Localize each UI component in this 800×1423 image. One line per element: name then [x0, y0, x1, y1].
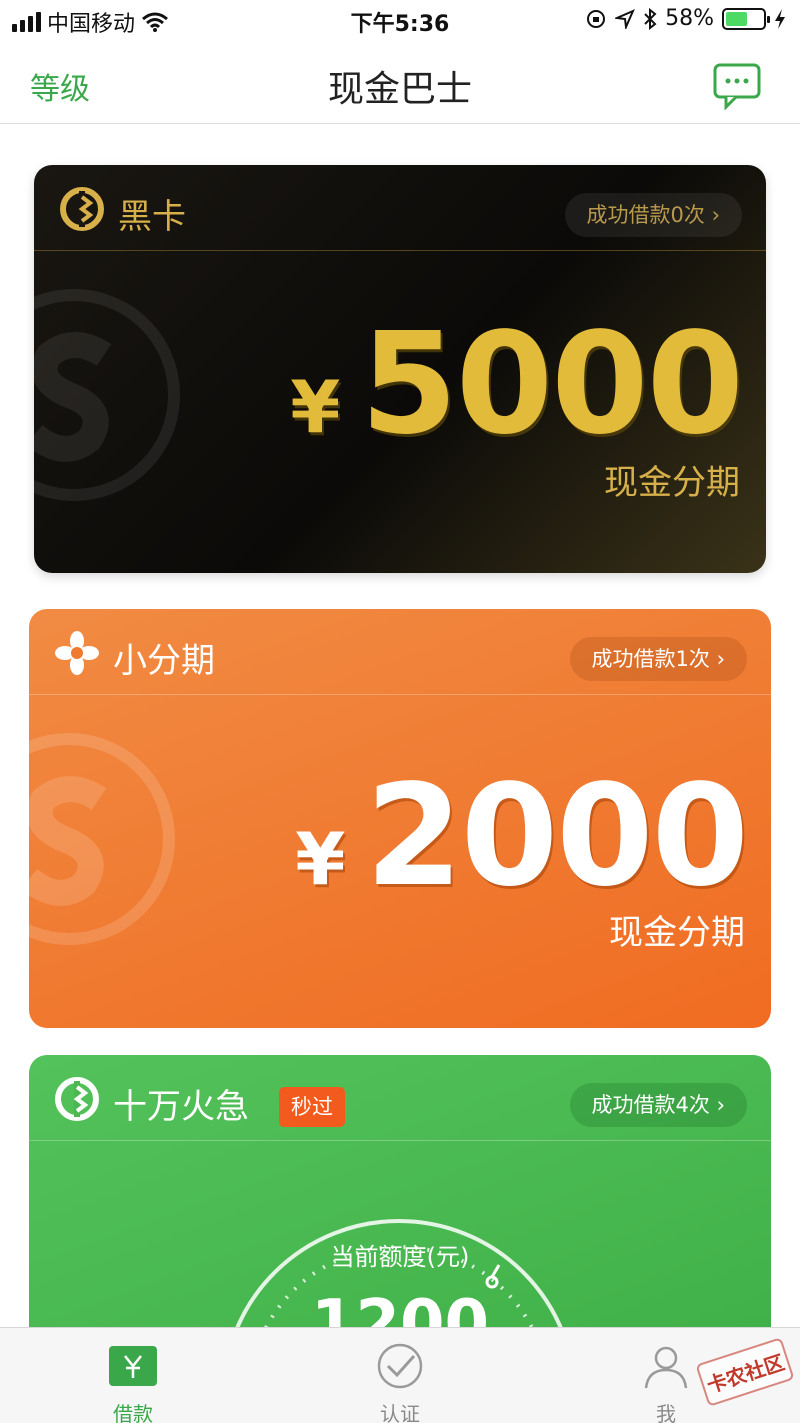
success-count-label: 成功借款0次: [586, 203, 705, 227]
tab-label: 借款: [113, 1402, 153, 1423]
dollar-watermark-icon: [29, 733, 175, 945]
rotation-lock-icon: [587, 9, 606, 28]
instant-approval-badge: 秒过: [279, 1087, 345, 1127]
battery-icon: [722, 7, 770, 30]
card-header: 十万火急 秒过 成功借款4次 ›: [29, 1055, 771, 1141]
card-header: 小分期 成功借款1次 ›: [29, 609, 771, 695]
loan-amount: ¥ 2000: [295, 755, 749, 918]
brand-logo-icon: [55, 1077, 99, 1121]
card-header: 黑卡 成功借款0次 ›: [34, 165, 766, 251]
tab-verify[interactable]: 认证: [340, 1328, 460, 1423]
tab-loan[interactable]: 借款: [73, 1328, 193, 1423]
status-bar: 中国移动 下午5:36 58%: [0, 0, 800, 40]
dollar-watermark-icon: [34, 289, 180, 501]
bluetooth-icon: [644, 7, 657, 30]
small-installment-card[interactable]: 小分期 成功借款1次 › ¥ 2000 现金分期: [29, 609, 771, 1028]
card-name: 十万火急: [113, 1087, 249, 1127]
currency-symbol: ¥: [295, 817, 346, 901]
black-card[interactable]: 黑卡 成功借款0次 › ¥ 5000 现金分期: [34, 165, 766, 573]
tab-label: 认证: [380, 1402, 420, 1423]
yen-box-icon: [109, 1346, 157, 1386]
success-count-button[interactable]: 成功借款0次 ›: [564, 193, 742, 237]
card-subtitle: 现金分期: [609, 913, 745, 953]
loan-amount: ¥ 5000: [290, 303, 744, 466]
amount-value: 5000: [360, 303, 744, 466]
card-name: 小分期: [113, 641, 215, 681]
battery-fill: [726, 11, 747, 26]
brand-logo-icon: [60, 187, 104, 231]
nav-bar: 等级 现金巴士: [0, 40, 800, 124]
success-count-button[interactable]: 成功借款4次 ›: [569, 1083, 747, 1127]
success-count-label: 成功借款1次: [591, 647, 710, 671]
page-title: 现金巴士: [327, 69, 472, 110]
flower-logo-icon: [55, 631, 99, 675]
card-name: 黑卡: [118, 197, 186, 237]
charging-icon: [775, 8, 785, 29]
person-icon: [644, 1346, 688, 1389]
success-count-button[interactable]: 成功借款1次 ›: [569, 637, 747, 681]
success-count-label: 成功借款4次: [591, 1093, 710, 1117]
current-limit-label: 当前额度(元): [330, 1243, 470, 1271]
check-circle-icon: [377, 1343, 423, 1389]
currency-symbol: ¥: [290, 365, 341, 449]
urgent-loan-card[interactable]: 十万火急 秒过 成功借款4次 › 当前额度(元) 1200: [29, 1055, 771, 1355]
chat-bubble-icon[interactable]: [712, 62, 762, 110]
card-subtitle: 现金分期: [604, 463, 740, 503]
status-right: 58%: [585, 6, 786, 31]
location-icon: [615, 8, 636, 29]
battery-percent: 58%: [665, 6, 714, 31]
amount-value: 2000: [365, 755, 749, 918]
tab-bar: 借款 认证 我: [0, 1327, 800, 1423]
